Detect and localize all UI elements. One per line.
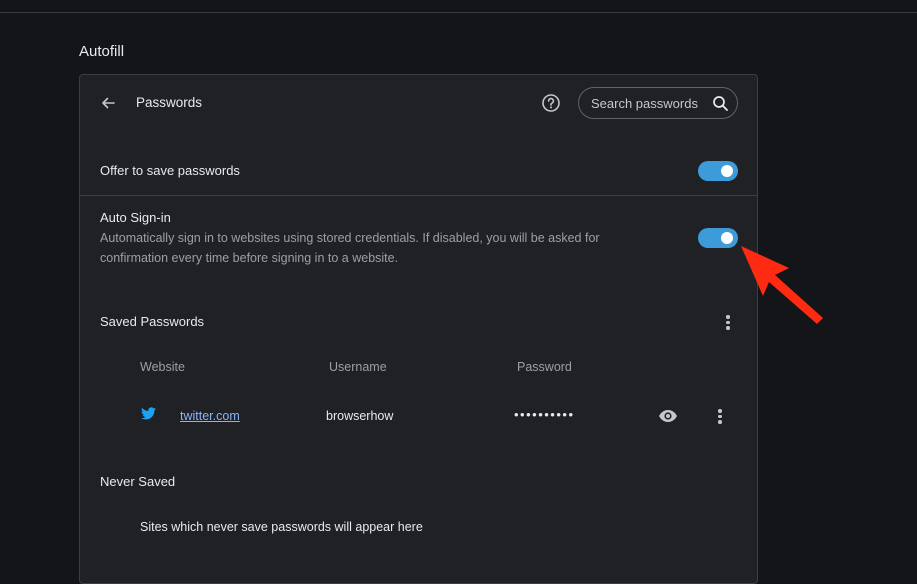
auto-signin-toggle[interactable] — [698, 228, 738, 248]
never-saved-title: Never Saved — [100, 474, 176, 489]
username-value: browserhow — [326, 409, 394, 423]
page-title: Passwords — [136, 95, 203, 110]
twitter-bird-icon — [141, 407, 156, 421]
divider — [80, 195, 757, 196]
search-input[interactable] — [591, 88, 709, 118]
top-divider — [0, 12, 917, 13]
column-header-website: Website — [140, 360, 185, 374]
auto-signin-description: Automatically sign in to websites using … — [100, 231, 600, 265]
never-saved-empty-text: Sites which never save passwords will ap… — [140, 520, 423, 534]
toggle-knob — [721, 165, 733, 177]
website-link[interactable]: twitter.com — [180, 409, 240, 423]
column-header-username: Username — [329, 360, 387, 374]
search-icon[interactable] — [712, 95, 729, 112]
search-box[interactable] — [578, 87, 738, 119]
toggle-knob — [721, 232, 733, 244]
auto-signin-label: Auto Sign-in — [100, 210, 171, 225]
column-header-password: Password — [517, 360, 572, 374]
help-circle-icon[interactable] — [541, 93, 561, 113]
row-more-menu-icon[interactable] — [710, 406, 730, 426]
show-password-eye-icon[interactable] — [658, 406, 678, 426]
table-row: twitter.com browserhow •••••••••• — [80, 395, 757, 435]
offer-to-save-toggle[interactable] — [698, 161, 738, 181]
annotation-arrow-icon — [741, 246, 823, 324]
section-title: Autofill — [79, 43, 125, 60]
password-value: •••••••••• — [514, 407, 575, 422]
arrow-back-icon[interactable] — [98, 93, 118, 113]
saved-passwords-title: Saved Passwords — [100, 314, 205, 329]
passwords-card: Passwords Offer to save passwords Auto S… — [79, 74, 758, 584]
offer-to-save-label: Offer to save passwords — [100, 163, 240, 178]
